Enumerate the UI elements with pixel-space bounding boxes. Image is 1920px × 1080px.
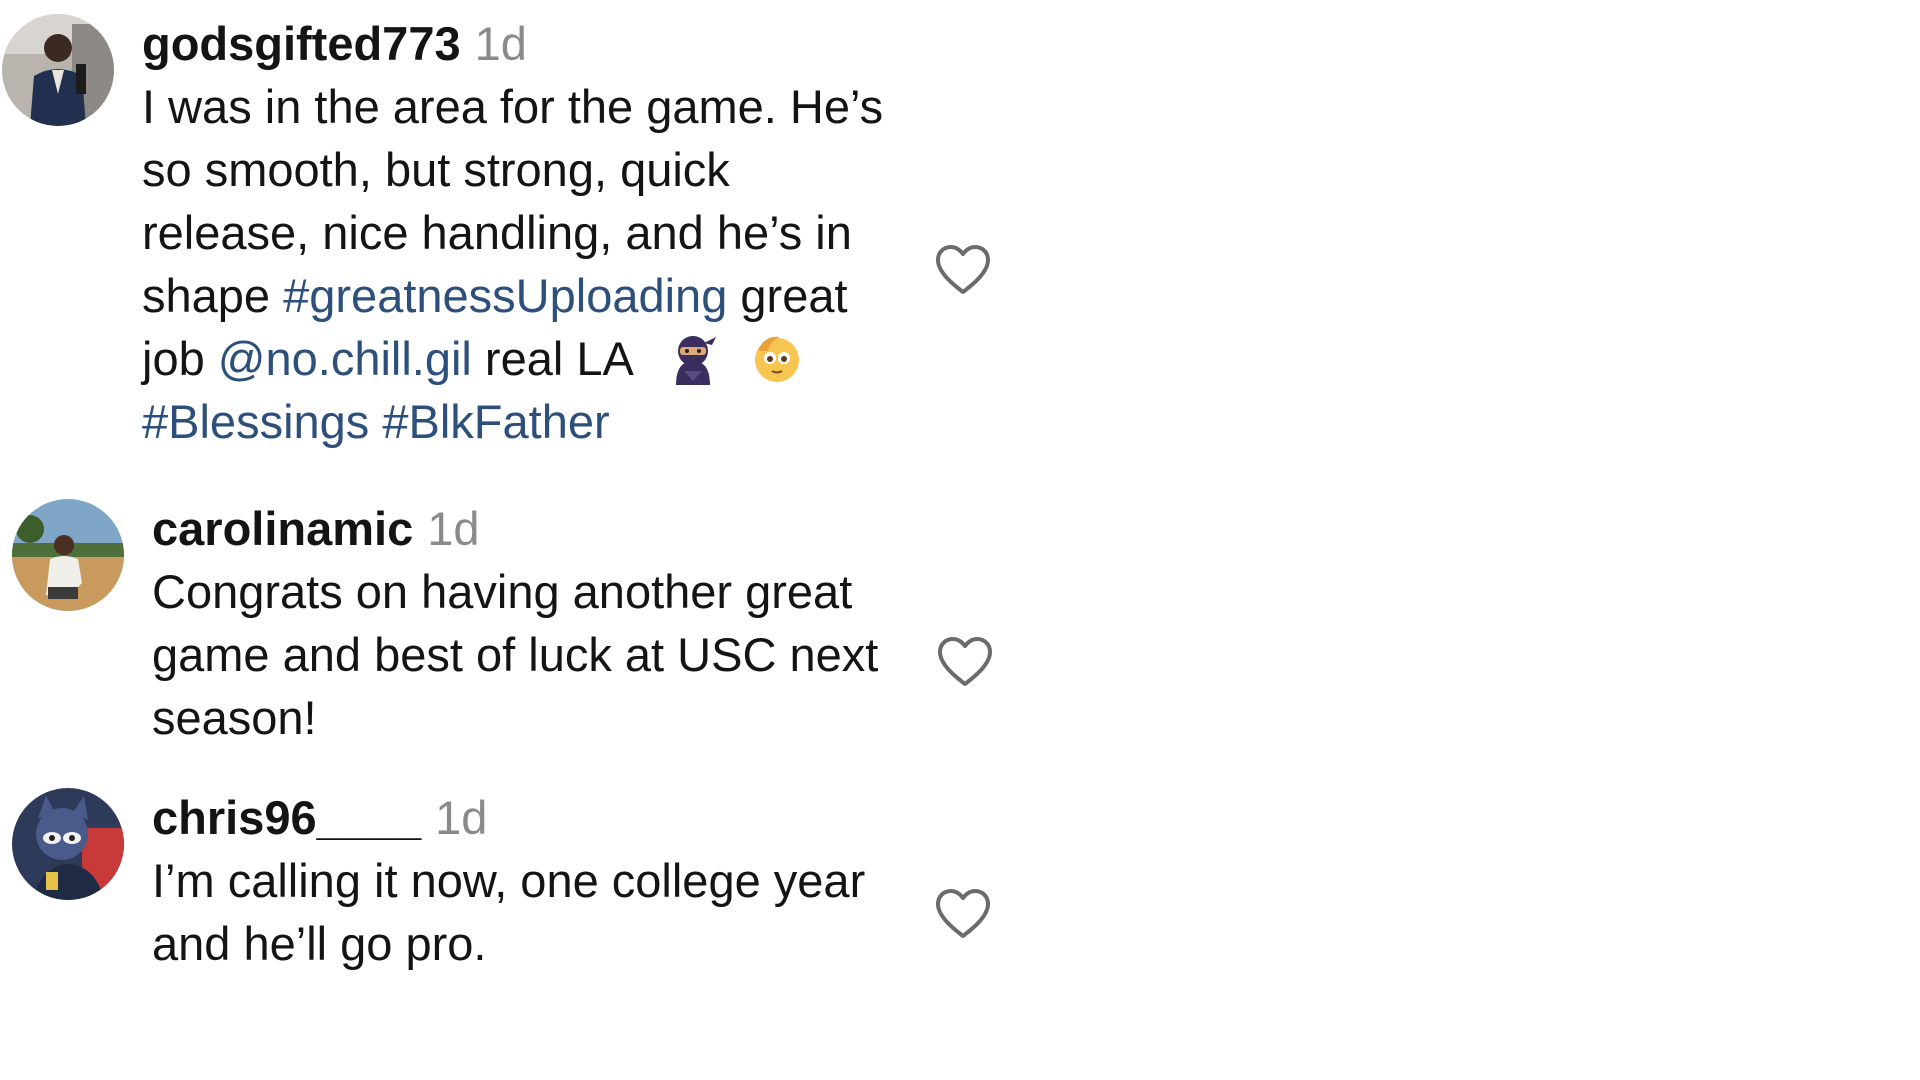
comment-text: I’m calling it now, one college year and… [152,849,932,975]
hashtag-link[interactable]: #Blessings [142,395,369,448]
comment-header: carolinamic 1d [152,497,932,560]
comment-body: chris96____ 1d I’m calling it now, one co… [152,786,932,975]
comment-text-line: season! [152,691,317,744]
blushing-face-emoji [750,331,804,385]
comment-text-line: I’m calling it now, one college year [152,854,866,907]
comment-body: godsgifted773 1d I was in the area for th… [142,12,922,453]
comment-text-line: release, nice handling, and he’s in [142,206,852,259]
comment-header: chris96____ 1d [152,786,932,849]
comment-body: carolinamic 1d Congrats on having another… [152,497,932,749]
avatar[interactable] [2,14,114,126]
comment-text-fragment: shape [142,269,284,322]
timestamp[interactable]: 1d [475,17,527,70]
heart-outline-icon[interactable] [936,636,994,688]
avatar[interactable] [12,788,124,900]
comment-text-line: so smooth, but strong, quick [142,143,730,196]
heart-outline-icon[interactable] [934,888,992,940]
comment-text: I was in the area for the game. He’s so … [142,75,922,453]
comment-header: godsgifted773 1d [142,12,922,75]
hashtag-link[interactable]: #greatnessUploading [283,269,727,322]
comments-panel: godsgifted773 1d I was in the area for th… [0,0,1920,1080]
hashtag-link[interactable]: #BlkFather [382,395,609,448]
comment-text-fragment: real LA [471,332,632,385]
avatar[interactable] [12,499,124,611]
timestamp[interactable]: 1d [427,502,479,555]
comment-text-line: game and best of luck at USC next [152,628,879,681]
comment-text-line: I was in the area for the game. He’s [142,80,884,133]
heart-outline-icon[interactable] [934,244,992,296]
ninja-emoji [666,331,720,385]
username-link[interactable]: chris96____ [152,791,421,844]
comment-text-line: and he’ll go pro. [152,917,487,970]
comment-text-fragment: job [142,332,218,385]
comment-text-line: Congrats on having another great [152,565,853,618]
username-link[interactable]: godsgifted773 [142,17,461,70]
mention-link[interactable]: @no.chill.gil [218,332,472,385]
comment-text-fragment: great [727,269,848,322]
username-link[interactable]: carolinamic [152,502,413,555]
timestamp[interactable]: 1d [435,791,487,844]
comment-text: Congrats on having another great game an… [152,560,932,749]
